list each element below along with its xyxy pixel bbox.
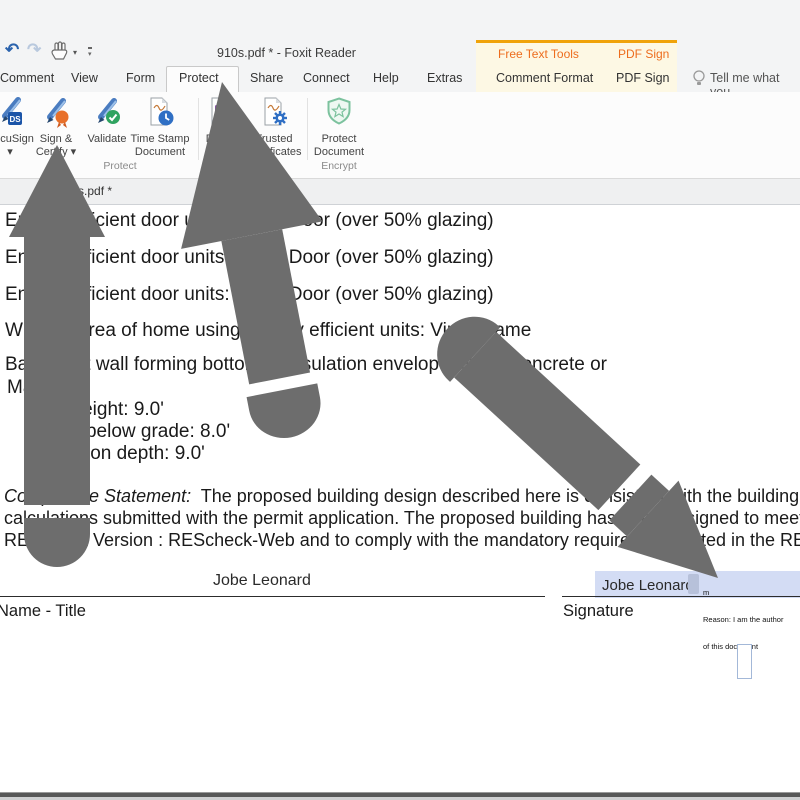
digital-ids-icon (205, 96, 237, 128)
tab-form[interactable]: Form (126, 71, 155, 85)
validate-pen-icon (91, 96, 123, 128)
svg-text:DS: DS (9, 115, 21, 124)
signature-line (562, 596, 800, 597)
doc-line: Wall height: 9.0' (30, 399, 800, 421)
protect-document-button[interactable]: Protect Document (310, 96, 368, 159)
customize-quick-access-icon[interactable]: ▾ (88, 47, 92, 58)
digital-ids-button[interactable]: Digital IDs (199, 96, 243, 159)
trusted-certificates-icon (258, 96, 290, 128)
compliance-line-1: Compliance Statement: The proposed build… (4, 486, 800, 507)
compliance-line-2: calculations submitted with the permit a… (4, 508, 800, 529)
tab-help[interactable]: Help (373, 71, 399, 85)
doc-line: Energy efficient door units: Glass Door … (5, 284, 800, 306)
tab-protect[interactable]: Protect (179, 71, 219, 85)
printed-name: Jobe Leonard (213, 572, 311, 590)
window-title: 910s.pdf * - Foxit Reader (217, 46, 356, 60)
undo-button[interactable]: ↶ (5, 41, 19, 58)
document-tab[interactable]: 910s.pdf * (58, 184, 112, 198)
doc-line: Energy efficient door units: Glass Door … (5, 247, 800, 269)
ribbon-separator (307, 98, 308, 160)
contextual-title-free-text-tools: Free Text Tools (498, 47, 579, 61)
compliance-label: Compliance Statement: (4, 486, 191, 506)
foxit-reader-window: ↶ ↷ ▾ ▾ 910s.pdf * - Foxit Reader Free T… (0, 0, 800, 800)
doc-line: Basement wall forming bottom of insulati… (5, 354, 800, 376)
name-title-line (0, 596, 545, 597)
tab-share[interactable]: Share (250, 71, 283, 85)
doc-line: Window area of home using energy efficie… (5, 320, 800, 342)
pdf-sign-hand-icon[interactable] (51, 41, 71, 61)
hand-dropdown-arrow[interactable]: ▾ (73, 48, 77, 57)
empty-form-field[interactable] (737, 644, 752, 679)
document-tab-bar (0, 179, 800, 205)
signature-seal-thumb (688, 574, 699, 594)
close-document-icon[interactable]: × (201, 181, 209, 197)
lightbulb-icon (692, 70, 706, 87)
ribbon-group-protect: Protect (95, 160, 145, 172)
tab-extras[interactable]: Extras (427, 71, 462, 85)
doc-line: Masonry (7, 377, 800, 399)
signature-name: Jobe Leonard (602, 577, 694, 594)
doc-line: Depth below grade: 8.0' (30, 421, 800, 443)
title-bar (0, 0, 800, 92)
tab-comment[interactable]: Comment (0, 71, 54, 85)
compliance-line-3: REScheck Version : REScheck-Web and to c… (4, 530, 800, 551)
sign-certify-pen-icon (40, 96, 72, 128)
docusign-pen-icon: DS (0, 96, 26, 128)
redo-button[interactable]: ↷ (27, 41, 41, 58)
signature-label: Signature (563, 602, 634, 621)
protect-shield-icon (323, 96, 355, 128)
tab-pdf-sign[interactable]: PDF Sign (616, 71, 670, 85)
compliance-text: The proposed building design described h… (191, 486, 800, 506)
time-stamp-icon (144, 96, 176, 128)
doc-line: Insulation depth: 9.0' (30, 443, 800, 465)
tab-comment-format[interactable]: Comment Format (496, 71, 593, 85)
tab-view[interactable]: View (71, 71, 98, 85)
tab-connect[interactable]: Connect (303, 71, 350, 85)
name-title-label: Name - Title (0, 602, 86, 621)
signature-detail-line: Reason: I am the author (703, 615, 783, 624)
ribbon-group-encrypt: Encrypt (310, 160, 368, 172)
trusted-certificates-button[interactable]: Trusted Certificates (243, 96, 305, 159)
time-stamp-document-button[interactable]: Time Stamp Document (126, 96, 194, 159)
doc-line: Energy efficient door units: Glass Door … (5, 210, 800, 232)
sign-and-certify-button[interactable]: Sign & Certify ▾ (28, 96, 84, 159)
contextual-title-pdf-sign: PDF Sign (618, 47, 669, 61)
validate-button[interactable]: Validate (84, 96, 130, 146)
